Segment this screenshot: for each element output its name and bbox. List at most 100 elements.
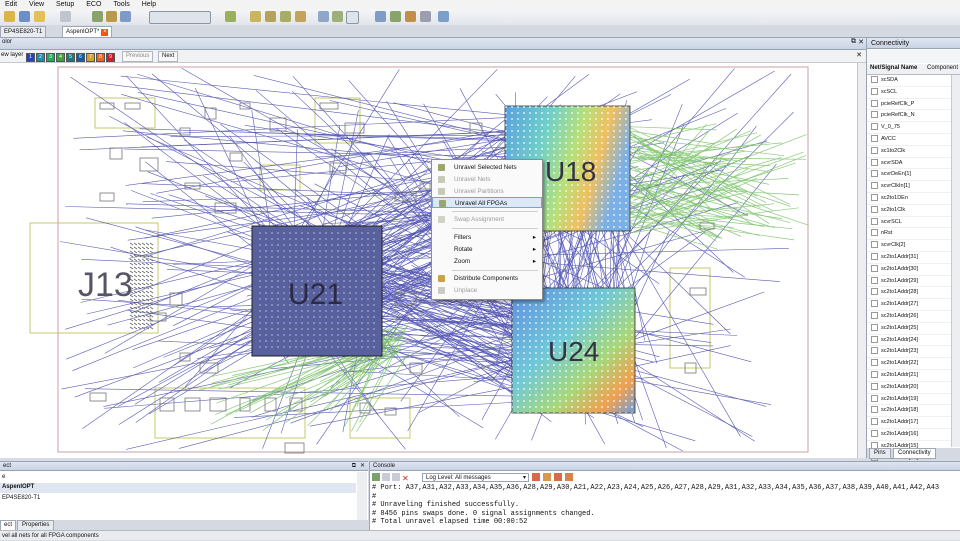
menu-item-zoom[interactable]: Zoom ▸ (432, 256, 542, 267)
expand-icon[interactable] (871, 370, 878, 378)
expand-icon[interactable] (871, 335, 878, 343)
expand-icon[interactable] (871, 217, 878, 225)
expand-icon[interactable] (871, 359, 878, 367)
connectivity-row[interactable]: AVCC (867, 134, 960, 146)
connectivity-row[interactable]: pcieRefClk_N (867, 110, 960, 123)
menu-help[interactable]: Help (137, 0, 161, 9)
expand-icon[interactable] (871, 146, 878, 154)
connectivity-row[interactable]: sc2to1Addr[31] (867, 252, 960, 264)
connectivity-row[interactable]: scvrClk[2] (867, 240, 960, 252)
expand-icon[interactable] (871, 253, 878, 260)
tool-icon-5[interactable] (250, 11, 261, 22)
save-icon[interactable] (19, 11, 30, 22)
connectivity-row[interactable]: sc2to1Addr[17] (867, 417, 960, 429)
connectivity-row[interactable]: sc2to1Addr[24] (867, 335, 960, 347)
menu-item-rotate[interactable]: Rotate ▸ (432, 244, 542, 255)
view-toggle-group[interactable] (149, 11, 211, 24)
expand-icon[interactable] (871, 123, 878, 131)
connectivity-row[interactable]: sc2to1Addr[29] (867, 276, 960, 288)
close-icon[interactable]: ✕ (858, 38, 864, 46)
project-row-ep4se820[interactable]: EP4SE820-T1 (2, 495, 40, 501)
save-log-icon[interactable] (392, 473, 400, 481)
connectivity-row[interactable]: sc2to1Addr[26] (867, 311, 960, 323)
expand-icon[interactable] (871, 429, 878, 437)
expand-icon[interactable] (871, 170, 878, 178)
layer-swatch-2[interactable]: 2 (36, 53, 45, 62)
expand-icon[interactable] (871, 406, 878, 414)
tool-icon-14[interactable] (420, 11, 431, 22)
col-component[interactable]: Component (927, 65, 958, 71)
menu-eco[interactable]: ECO (81, 0, 106, 9)
connectivity-row[interactable]: scSCL (867, 87, 960, 99)
expand-icon[interactable] (871, 394, 878, 402)
connectivity-row[interactable]: sc2to1Addr[18] (867, 405, 960, 418)
menu-item-unravel-all-fpgas[interactable]: Unravel All FPGAs (432, 197, 542, 208)
tool-icon-8[interactable] (295, 11, 306, 22)
menu-setup[interactable]: Setup (51, 0, 79, 9)
connectivity-row[interactable]: sc2to1Addr[19] (867, 394, 960, 406)
expand-icon[interactable] (871, 87, 878, 95)
tab-aspeniopt[interactable]: AspenIOPT* × (62, 26, 113, 37)
restore-icon[interactable]: ⧉ (352, 462, 356, 471)
connectivity-row[interactable]: sc2to1DEn (867, 193, 960, 205)
tool-icon-11[interactable] (375, 11, 386, 22)
expand-icon[interactable] (871, 241, 878, 249)
project-scrollbar[interactable] (357, 472, 367, 520)
previous-button[interactable]: Previous (122, 51, 154, 62)
menu-item-unravel-selected-nets[interactable]: Unravel Selected Nets (432, 162, 542, 173)
expand-icon[interactable] (871, 158, 878, 166)
layer-swatch-3[interactable]: 3 (46, 53, 55, 62)
filter-debug-icon[interactable] (565, 473, 573, 481)
layer-swatch-9[interactable]: 9 (106, 53, 115, 62)
close-icon[interactable]: × (101, 29, 109, 36)
route-icon[interactable] (346, 11, 359, 24)
clear-icon[interactable]: ✕ (402, 475, 410, 483)
connectivity-row[interactable]: sc2to1Addr[28] (867, 287, 960, 300)
expand-icon[interactable] (871, 323, 878, 331)
connectivity-row[interactable]: scSDA (867, 75, 960, 87)
col-net-name[interactable]: Net/Signal Name (870, 65, 917, 71)
log-level-select[interactable]: Log Level: All messages ▾ (422, 473, 529, 482)
connectivity-row[interactable]: scvrSCL (867, 217, 960, 229)
copy-icon[interactable] (382, 473, 390, 481)
menu-item-distribute-components[interactable]: Distribute Components (432, 273, 542, 284)
tool-icon-10[interactable] (332, 11, 343, 22)
layer-swatch-4[interactable]: 4 (56, 53, 65, 62)
board-svg[interactable]: J13 U21 U18 U24 (0, 63, 857, 458)
connectivity-row[interactable]: sc2to1Addr[27] (867, 299, 960, 311)
next-button[interactable]: Next (158, 51, 179, 62)
expand-icon[interactable] (871, 76, 878, 84)
filter-error-icon[interactable] (532, 473, 540, 481)
layer-swatch-6[interactable]: 6 (76, 53, 85, 62)
tool-icon-9[interactable] (318, 11, 329, 22)
connectivity-row[interactable]: scvrDeEn[1] (867, 169, 960, 182)
tool-icon-12[interactable] (390, 11, 401, 22)
filter-warning-icon[interactable] (543, 473, 551, 481)
expand-icon[interactable] (871, 264, 878, 272)
expand-icon[interactable] (871, 288, 878, 296)
connectivity-row[interactable]: nRst (867, 228, 960, 241)
expand-icon[interactable] (871, 347, 878, 355)
connectivity-row[interactable]: scvrClkIn[1] (867, 181, 960, 193)
expand-icon[interactable] (871, 182, 878, 190)
tab-connectivity[interactable]: Connectivity (893, 448, 936, 459)
expand-icon[interactable] (871, 300, 878, 308)
tool-icon-2[interactable] (106, 11, 117, 22)
tool-icon-13[interactable] (405, 11, 416, 22)
connectivity-row[interactable]: sc2to1Addr[21] (867, 370, 960, 382)
run-icon[interactable] (372, 473, 380, 481)
expand-icon[interactable] (871, 418, 878, 426)
connectivity-scrollbar[interactable] (951, 75, 960, 447)
filter-info-icon[interactable] (554, 473, 562, 481)
layout-canvas[interactable]: J13 U21 U18 U24 (0, 63, 857, 458)
close-icon[interactable]: ✕ (856, 51, 862, 59)
connectivity-row[interactable]: sc2to1Addr[20] (867, 382, 960, 394)
layer-swatch-1[interactable]: 1 (26, 53, 35, 62)
expand-icon[interactable] (871, 311, 878, 319)
connectivity-row[interactable]: scvrSDA (867, 158, 960, 170)
connectivity-row[interactable]: sc2to1Addr[23] (867, 346, 960, 359)
layer-swatch-8[interactable]: 8 (96, 53, 105, 62)
undo-icon[interactable] (34, 11, 45, 22)
connectivity-row[interactable]: sc2to1Addr[25] (867, 323, 960, 335)
tool-icon-4[interactable] (225, 11, 236, 22)
